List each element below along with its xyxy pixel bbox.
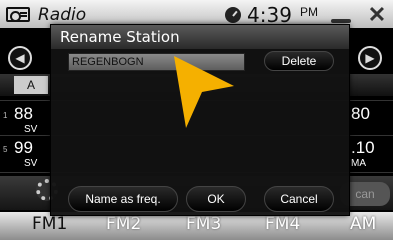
next-icon[interactable]: ▶: [358, 46, 382, 70]
pointer-arrow-shape: [174, 56, 234, 128]
preset-frequency: 99: [14, 138, 33, 157]
preset-number: 5: [3, 145, 8, 154]
name-as-freq-button[interactable]: Name as freq.: [68, 186, 178, 212]
dialog-title: Rename Station: [60, 28, 180, 46]
status-bar: Radio 4:39 PM ✕: [0, 0, 393, 28]
dialog-header: Rename Station: [51, 25, 349, 49]
preset-name: SV: [24, 158, 38, 169]
close-icon[interactable]: ✕: [366, 4, 388, 26]
preset-name: MA: [351, 158, 366, 169]
preset-frequency: 88: [14, 104, 33, 123]
delete-button[interactable]: Delete: [264, 51, 334, 71]
pointer-arrow-icon: [174, 56, 234, 128]
tab-fm1[interactable]: FM1: [32, 214, 67, 234]
clock-icon: [225, 7, 241, 23]
preset-frequency: .10: [351, 138, 375, 157]
clock-time: 4:39: [247, 3, 292, 27]
clock-ampm: PM: [300, 5, 318, 19]
radio-icon: [6, 7, 30, 22]
tab-fm2[interactable]: FM2: [106, 214, 141, 234]
app-title: Radio: [38, 5, 87, 25]
minimize-icon[interactable]: [331, 9, 351, 23]
prev-icon[interactable]: ◀: [8, 46, 32, 70]
tab-fm4[interactable]: FM4: [265, 214, 300, 234]
preset-frequency: 80: [351, 104, 370, 123]
band-chip[interactable]: A: [14, 76, 48, 94]
tab-fm3[interactable]: FM3: [186, 214, 221, 234]
tab-am[interactable]: AM: [350, 214, 376, 234]
ok-button[interactable]: OK: [186, 186, 246, 212]
cancel-button[interactable]: Cancel: [264, 186, 334, 212]
preset-name: SV: [24, 124, 38, 135]
preset-number: 1: [3, 111, 8, 120]
